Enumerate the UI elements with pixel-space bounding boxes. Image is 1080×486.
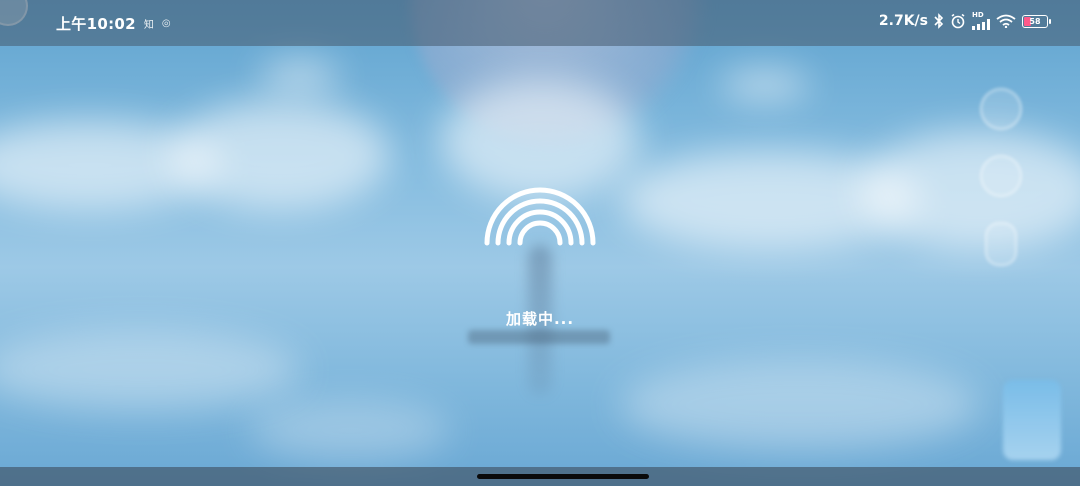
- background-cloud: [260, 60, 340, 90]
- background-cloud: [620, 360, 980, 450]
- character-icon[interactable]: [985, 222, 1017, 266]
- battery-level: 58: [1029, 16, 1041, 26]
- floating-app-widget[interactable]: [1003, 380, 1061, 460]
- background-cloud: [170, 100, 390, 210]
- background-cloud: [250, 400, 450, 460]
- zhihu-icon: 知: [143, 20, 154, 31]
- hd-label: HD: [972, 11, 984, 19]
- background-cloud: [440, 80, 640, 200]
- status-bar: 上午10:02 知 ◎ 2.7K/s HD 58: [0, 0, 1080, 46]
- background-cloud: [860, 130, 1080, 250]
- alarm-icon: [951, 13, 965, 29]
- net-speed: 2.7K/s: [878, 13, 928, 29]
- loading-text: 加载中...: [505, 310, 575, 328]
- wifi-icon: [996, 14, 1016, 28]
- side-menu-icon[interactable]: [980, 155, 1022, 197]
- signal-icon: HD: [972, 12, 990, 30]
- background-cloud: [0, 330, 300, 410]
- status-left: 上午10:02 知 ◎: [56, 13, 171, 34]
- background-cloud: [720, 70, 810, 100]
- status-right: 2.7K/s HD 58: [878, 12, 1051, 30]
- weibo-icon: ◎: [161, 18, 171, 29]
- bluetooth-icon: [934, 13, 944, 29]
- loading-rainbow-icon: [484, 187, 596, 246]
- battery-icon: 58: [1022, 14, 1051, 28]
- blurred-progress-bar: [468, 330, 610, 344]
- status-time: 上午10:02: [56, 15, 136, 33]
- side-menu-icon[interactable]: [980, 88, 1022, 130]
- home-indicator[interactable]: [477, 474, 649, 479]
